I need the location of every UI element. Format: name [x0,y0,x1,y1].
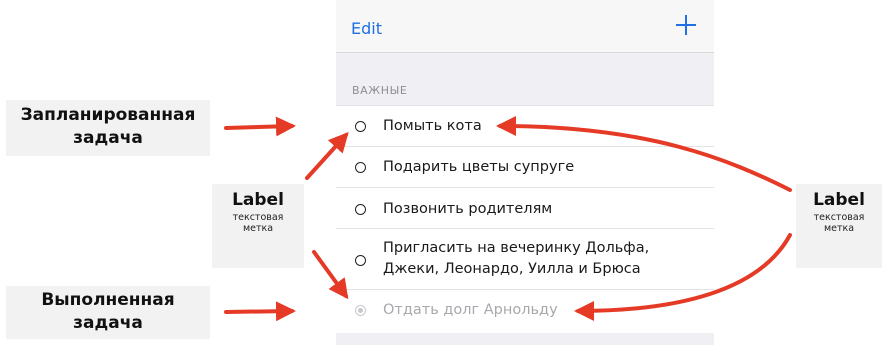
arrow-label-left-up [305,132,349,180]
arrow-label-right-up [496,116,792,192]
arrow-completed [224,301,296,322]
arrow-label-left-down [312,250,349,300]
arrow-label-right-down [574,233,792,321]
arrow-planned [224,116,296,137]
annotation-arrows [224,116,792,322]
